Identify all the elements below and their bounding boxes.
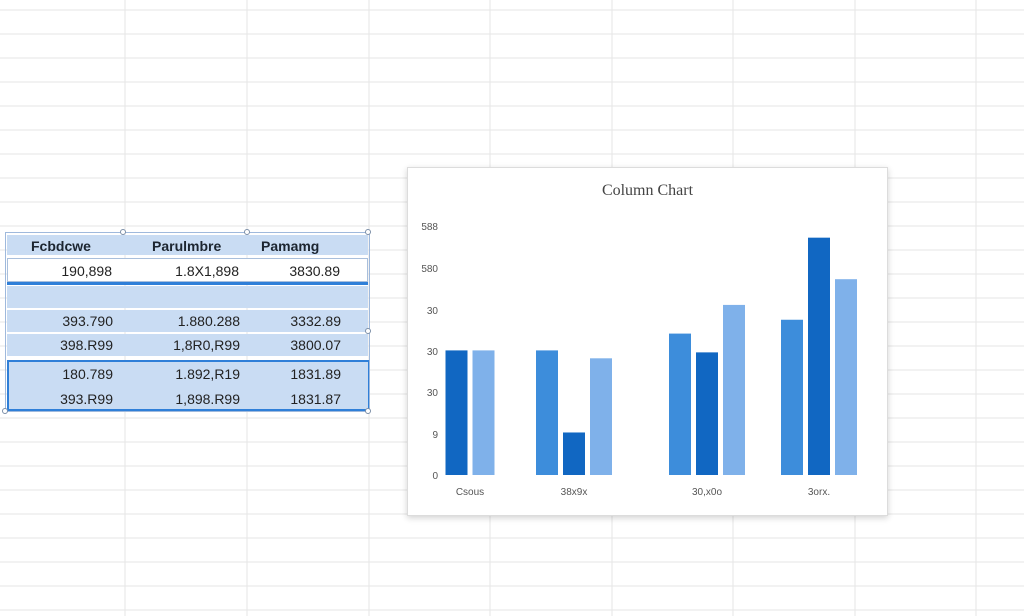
header-cell[interactable]: Fcbdcwe — [31, 238, 91, 254]
bar[interactable] — [696, 352, 718, 475]
column-chart[interactable]: Column Chart 0 9 30 30 30 580 588 Csous 38x9x 30,… — [407, 167, 888, 516]
table-cell[interactable]: 180.789 — [62, 366, 113, 382]
table-row: 190,898 1.8X1,898 3830.89 — [7, 258, 368, 282]
bar[interactable] — [669, 333, 691, 475]
table-cell[interactable]: 393.790 — [62, 313, 113, 329]
bar[interactable] — [472, 350, 495, 475]
y-tick-label: 30 — [427, 388, 439, 399]
y-tick-label: 580 — [421, 264, 438, 275]
data-table-selection[interactable]: Fcbdcwe Parulmbre Pamamg 190,898 1.8X1,8… — [2, 229, 371, 414]
table-cell[interactable]: 1831.87 — [290, 391, 341, 407]
resize-handle[interactable] — [2, 408, 8, 414]
resize-handle[interactable] — [120, 229, 126, 235]
table-row-empty — [7, 286, 368, 308]
y-tick-label: 30 — [427, 347, 439, 358]
table-header-row: Fcbdcwe Parulmbre Pamamg — [7, 235, 368, 255]
table-cell[interactable]: 393.R99 — [60, 391, 113, 407]
table-cell[interactable]: 3800.07 — [290, 337, 341, 353]
table-cell[interactable]: 1.892,R19 — [175, 366, 240, 382]
y-tick-label: 588 — [421, 222, 438, 233]
table-cell[interactable]: 190,898 — [61, 263, 112, 279]
bar[interactable] — [536, 350, 558, 475]
x-tick-label: 30,x0o — [692, 487, 722, 498]
chart-plot: 0 9 30 30 30 580 588 Csous 38x9x 30,x0o 3orx. — [421, 222, 857, 498]
resize-handle[interactable] — [244, 229, 250, 235]
bar[interactable] — [781, 319, 803, 475]
bar[interactable] — [808, 237, 830, 475]
header-cell[interactable]: Parulmbre — [152, 238, 221, 254]
table-cell[interactable]: 1,898.R99 — [175, 391, 240, 407]
x-tick-label: 3orx. — [808, 487, 830, 498]
y-tick-label: 30 — [427, 306, 439, 317]
bar[interactable] — [563, 432, 585, 475]
bar[interactable] — [445, 350, 468, 475]
table-cell[interactable]: 1,8R0,R99 — [173, 337, 240, 353]
table-row: 180.789 1.892,R19 1831.89 — [7, 363, 368, 385]
table-cell[interactable]: 3332.89 — [290, 313, 341, 329]
table-row: 398.R99 1,8R0,R99 3800.07 — [7, 334, 368, 356]
header-cell[interactable]: Pamamg — [261, 238, 319, 254]
table-cell[interactable]: 1831.89 — [290, 366, 341, 382]
table-cell[interactable]: 3830.89 — [289, 263, 340, 279]
y-tick-label: 9 — [432, 430, 438, 441]
table-cell[interactable]: 1.8X1,898 — [175, 263, 239, 279]
resize-handle[interactable] — [365, 229, 371, 235]
table-cell[interactable]: 1.880.288 — [178, 313, 240, 329]
x-tick-label: Csous — [456, 487, 484, 498]
table-cell[interactable]: 398.R99 — [60, 337, 113, 353]
y-tick-label: 0 — [432, 471, 438, 482]
table-row: 393.R99 1,898.R99 1831.87 — [7, 388, 368, 410]
bar[interactable] — [723, 304, 745, 475]
bar[interactable] — [835, 279, 857, 475]
bar[interactable] — [590, 358, 612, 475]
resize-handle[interactable] — [365, 408, 371, 414]
table-row: 393.790 1.880.288 3332.89 — [7, 310, 368, 332]
row-selection-line — [7, 282, 368, 285]
resize-handle[interactable] — [365, 328, 371, 334]
x-tick-label: 38x9x — [561, 487, 588, 498]
